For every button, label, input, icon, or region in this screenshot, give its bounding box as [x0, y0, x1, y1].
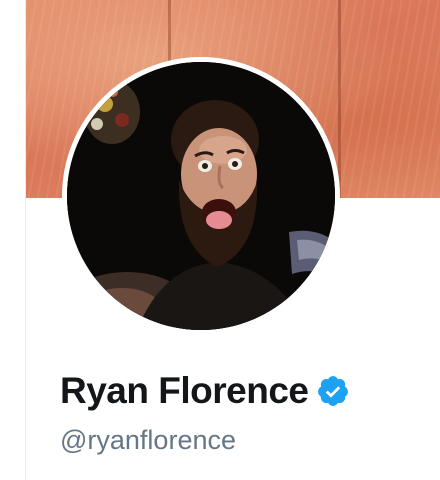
avatar-photo — [67, 62, 335, 330]
display-name[interactable]: Ryan Florence — [60, 370, 309, 412]
banner-texture-line — [338, 0, 341, 198]
profile-name-row: Ryan Florence — [60, 370, 350, 412]
profile-avatar[interactable] — [67, 62, 335, 330]
username-handle[interactable]: @ryanflorence — [60, 425, 236, 456]
verified-badge-icon[interactable] — [316, 374, 350, 408]
